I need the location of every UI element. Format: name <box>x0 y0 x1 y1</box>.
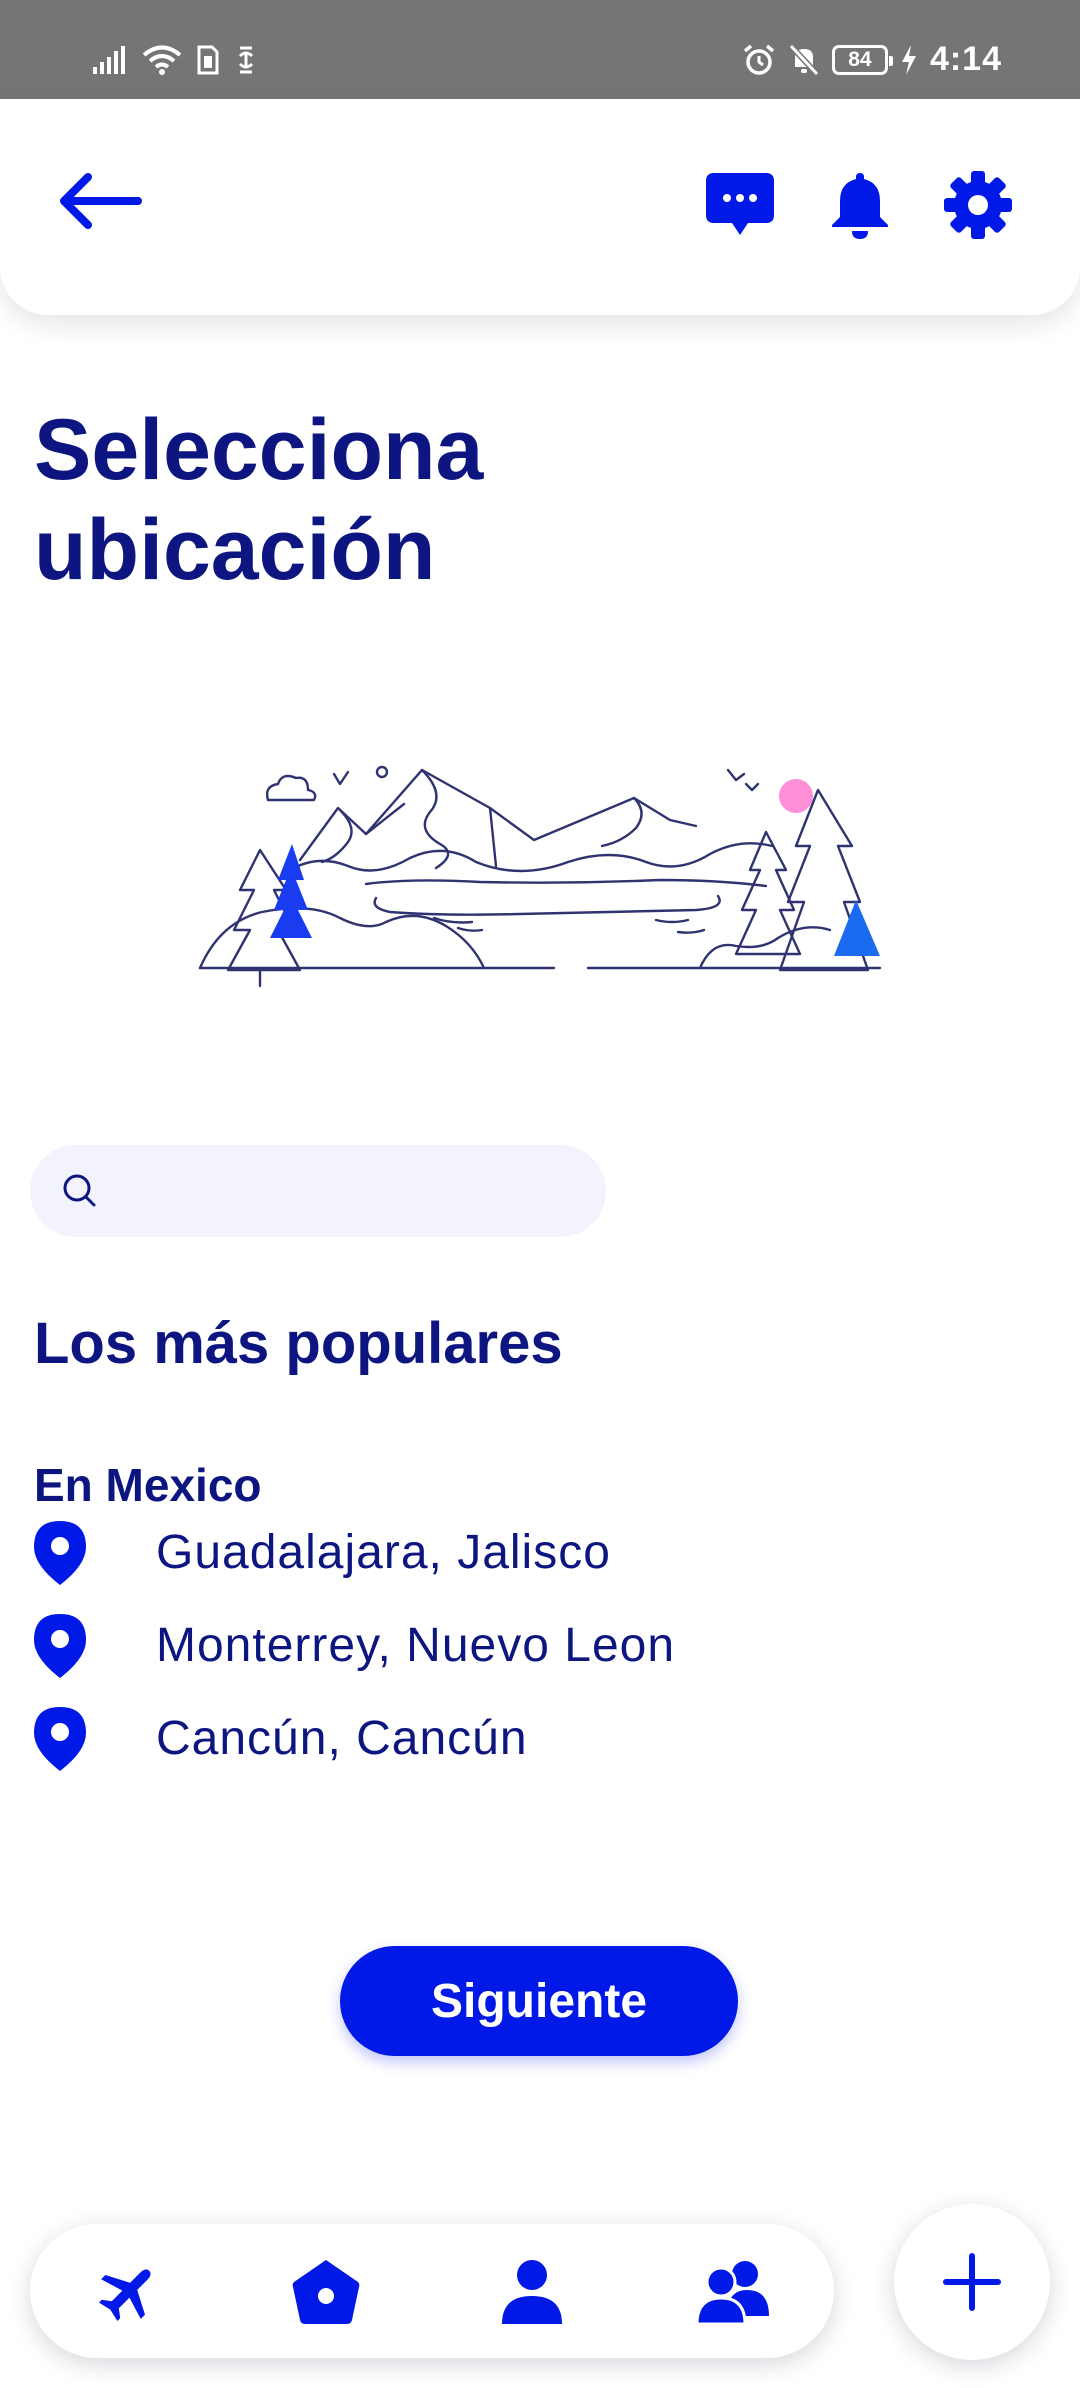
nav-item-flights[interactable] <box>88 2254 168 2330</box>
bell-icon <box>832 173 888 239</box>
add-button[interactable] <box>894 2204 1050 2360</box>
location-label: Monterrey, Nuevo Leon <box>156 1619 676 1672</box>
data-saver-icon <box>238 46 254 74</box>
messages-button[interactable] <box>704 169 776 241</box>
location-label: Guadalajara, Jalisco <box>156 1526 611 1579</box>
screen: 84 4:14 Selecciona ubicación Los más pop… <box>0 0 1080 2388</box>
gear-icon <box>944 171 1012 239</box>
map-pin-icon <box>34 1613 86 1678</box>
notifications-button[interactable] <box>826 169 894 241</box>
battery-level: 84 <box>848 47 872 71</box>
nav-item-groups[interactable] <box>694 2254 774 2330</box>
airplane-icon <box>99 2269 151 2321</box>
page-title-line-1: Selecciona <box>34 402 484 498</box>
search-icon <box>63 1174 96 1207</box>
charging-icon <box>901 44 916 75</box>
nav-item-home[interactable] <box>286 2254 366 2330</box>
landscape-illustration <box>198 765 882 988</box>
chat-icon <box>706 173 774 235</box>
battery-icon: 84 <box>831 44 893 75</box>
alarm-icon <box>743 44 775 75</box>
location-list: Guadalajara, Jalisco Monterrey, Nuevo Le… <box>30 1506 830 1785</box>
mute-icon <box>788 43 820 76</box>
location-item[interactable]: Cancún, Cancún <box>30 1692 830 1785</box>
search-box[interactable] <box>30 1145 606 1237</box>
status-right: 84 4:14 <box>742 40 1002 79</box>
search-input[interactable] <box>114 1161 606 1221</box>
next-button[interactable]: Siguiente <box>340 1946 738 2056</box>
map-pin-icon <box>34 1706 86 1771</box>
map-pin-icon <box>34 1520 86 1585</box>
top-app-bar <box>0 99 1080 315</box>
status-left <box>92 44 258 76</box>
profile-icon <box>502 2260 562 2324</box>
country-label: En Mexico <box>34 1459 262 1511</box>
group-icon <box>697 2261 769 2326</box>
back-arrow-icon <box>60 173 142 229</box>
home-icon <box>292 2260 360 2324</box>
location-item[interactable]: Guadalajara, Jalisco <box>30 1506 830 1599</box>
settings-button[interactable] <box>942 169 1014 241</box>
page-title: Selecciona ubicación <box>34 400 794 600</box>
location-item[interactable]: Monterrey, Nuevo Leon <box>30 1599 830 1692</box>
sim-icon <box>197 45 219 75</box>
wifi-icon <box>142 45 182 75</box>
page-title-line-2: ubicación <box>34 502 436 598</box>
plus-icon <box>943 2253 1001 2311</box>
bottom-nav <box>30 2224 834 2358</box>
back-button[interactable] <box>58 161 154 241</box>
status-bar: 84 4:14 <box>0 0 1080 99</box>
signal-icon <box>93 46 125 74</box>
status-time: 4:14 <box>929 40 1002 78</box>
section-title: Los más populares <box>34 1311 563 1376</box>
nav-item-profile[interactable] <box>492 2254 572 2330</box>
location-label: Cancún, Cancún <box>156 1712 528 1765</box>
